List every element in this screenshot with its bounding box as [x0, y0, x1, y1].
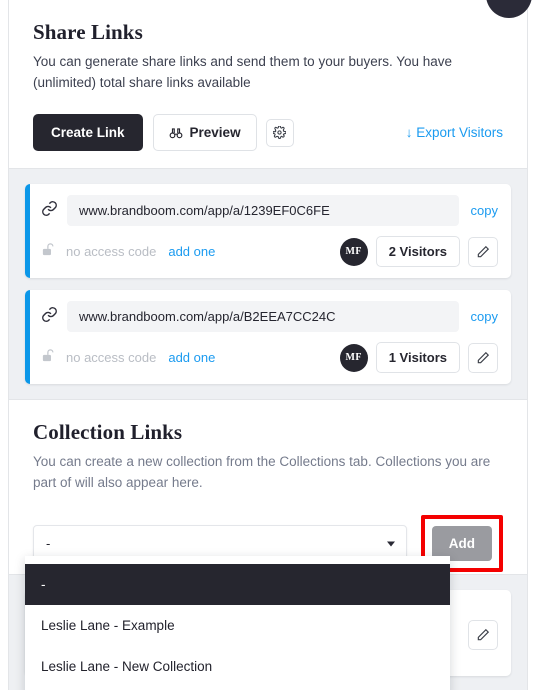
share-link-url[interactable]: www.brandboom.com/app/a/1239EF0C6FE: [67, 195, 459, 226]
add-access-code-link[interactable]: add one: [168, 350, 215, 365]
share-link-card: www.brandboom.com/app/a/B2EEA7CC24C copy…: [25, 290, 511, 384]
share-links-list: www.brandboom.com/app/a/1239EF0C6FE copy…: [9, 168, 527, 400]
dropdown-option-1[interactable]: Leslie Lane - Example: [25, 605, 450, 646]
page-title: Share Links: [33, 20, 143, 44]
export-visitors-label: Export Visitors: [416, 125, 503, 140]
preview-button-label: Preview: [189, 125, 241, 140]
settings-button[interactable]: [265, 118, 294, 147]
share-link-url[interactable]: www.brandboom.com/app/a/B2EEA7CC24C: [67, 301, 459, 332]
add-access-code-link[interactable]: add one: [168, 244, 215, 259]
unlocked-padlock-icon: [41, 242, 61, 262]
gear-icon: [273, 126, 287, 139]
binoculars-icon: [169, 126, 183, 140]
collection-links-description: You can create a new collection from the…: [33, 454, 491, 490]
pencil-icon: [476, 628, 490, 642]
dropdown-option-2[interactable]: Leslie Lane - New Collection: [25, 646, 450, 687]
download-arrow-icon: ↓: [405, 125, 413, 140]
collection-link-actions: [468, 620, 498, 650]
no-access-code-text: no access code: [66, 350, 157, 365]
copy-link-button[interactable]: copy: [471, 203, 498, 218]
preview-button[interactable]: Preview: [152, 114, 257, 151]
create-link-button[interactable]: Create Link: [33, 114, 143, 151]
unlocked-padlock-icon: [41, 348, 61, 368]
collection-select-value: -: [46, 536, 51, 551]
avatar[interactable]: MF: [339, 343, 368, 372]
copy-link-button[interactable]: copy: [471, 309, 498, 324]
pencil-icon: [476, 351, 490, 365]
pencil-icon: [476, 245, 490, 259]
avatar[interactable]: MF: [339, 237, 368, 266]
visitors-button[interactable]: 2 Visitors: [375, 236, 460, 267]
edit-collection-link-button[interactable]: [468, 620, 498, 650]
collection-links-title: Collection Links: [33, 420, 183, 444]
share-link-meta-row: no access code add one MF 2 Visitors: [41, 236, 498, 267]
right-edge-gutter: [527, 0, 534, 690]
export-visitors-link[interactable]: ↓ Export Visitors: [406, 125, 503, 140]
chain-link-icon: [41, 306, 61, 328]
dropdown-option-0[interactable]: -: [25, 564, 450, 605]
share-link-url-row: www.brandboom.com/app/a/B2EEA7CC24C copy: [41, 301, 498, 332]
share-links-description: You can generate share links and send th…: [33, 54, 453, 90]
share-links-page: Share Links You can generate share links…: [0, 0, 534, 690]
edit-share-link-button[interactable]: [468, 342, 498, 373]
visitors-button[interactable]: 1 Visitors: [375, 342, 460, 373]
collection-links-section: Collection Links You can create a new co…: [9, 400, 527, 574]
chevron-down-icon: [386, 541, 395, 546]
share-link-meta-row: no access code add one MF 1 Visitors: [41, 342, 498, 373]
collection-select-dropdown: - Leslie Lane - Example Leslie Lane - Ne…: [25, 556, 450, 690]
share-links-header: Share Links You can generate share links…: [9, 0, 527, 168]
share-links-toolbar: Create Link Preview ↓ Export Visitors: [33, 114, 503, 151]
chain-link-icon: [41, 200, 61, 222]
no-access-code-text: no access code: [66, 244, 157, 259]
left-edge-gutter: [0, 0, 9, 690]
share-link-actions: MF 2 Visitors: [339, 236, 498, 267]
share-link-actions: MF 1 Visitors: [339, 342, 498, 373]
share-link-card: www.brandboom.com/app/a/1239EF0C6FE copy…: [25, 184, 511, 278]
share-link-url-row: www.brandboom.com/app/a/1239EF0C6FE copy: [41, 195, 498, 226]
edit-share-link-button[interactable]: [468, 236, 498, 267]
